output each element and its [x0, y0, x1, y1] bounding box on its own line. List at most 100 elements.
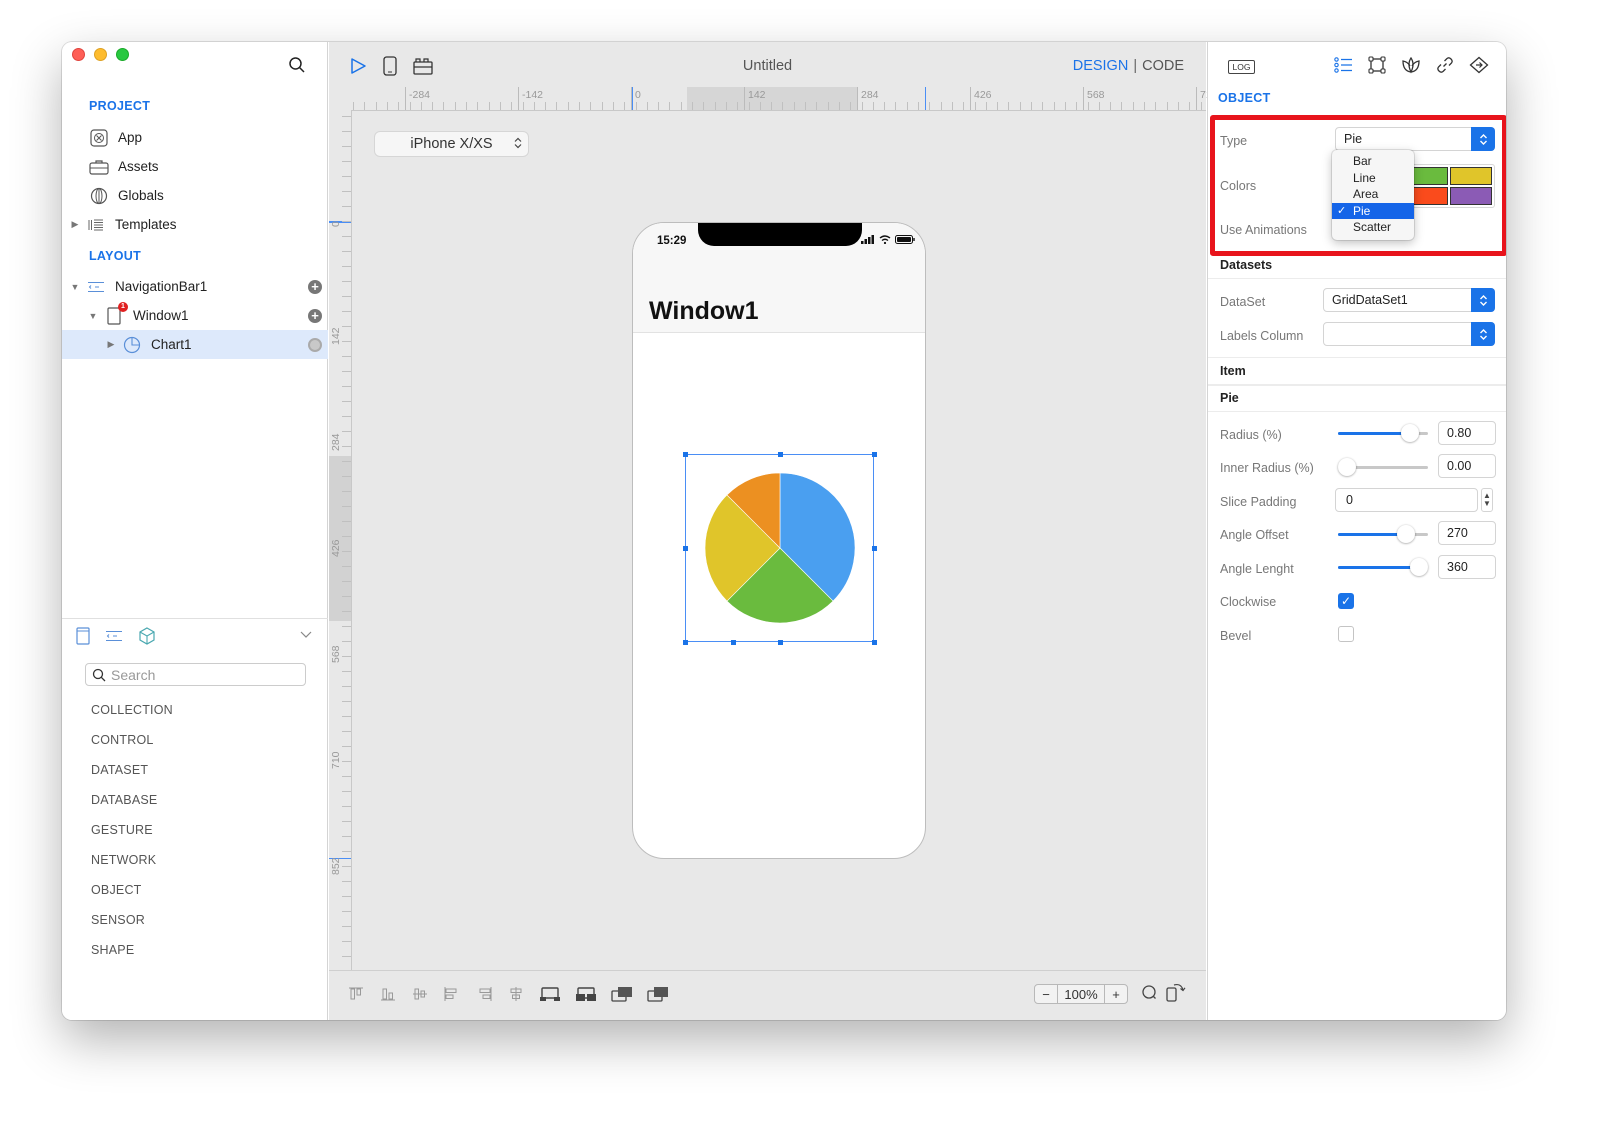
- angle-offset-field[interactable]: 270: [1438, 521, 1496, 545]
- align-top-icon[interactable]: [347, 986, 365, 1002]
- align-bottom-icon[interactable]: [379, 986, 397, 1002]
- dataset-select[interactable]: GridDataSet1: [1323, 288, 1495, 312]
- zoom-window-button[interactable]: [116, 48, 129, 61]
- library-category[interactable]: CONTROL: [91, 733, 154, 747]
- library-category[interactable]: COLLECTION: [91, 703, 173, 717]
- chart-type-select[interactable]: Pie: [1335, 127, 1495, 151]
- library-category[interactable]: GESTURE: [91, 823, 153, 837]
- library-category[interactable]: SENSOR: [91, 913, 145, 927]
- angle-offset-slider[interactable]: [1338, 525, 1428, 543]
- resize-handle[interactable]: [872, 452, 877, 457]
- navigation-bar-preview[interactable]: 15:29 Window1: [633, 223, 925, 333]
- zoom-in-button[interactable]: +: [1105, 985, 1127, 1003]
- clockwise-checkbox[interactable]: ✓: [1338, 593, 1354, 609]
- send-backward-icon[interactable]: [647, 986, 669, 1002]
- item-header[interactable]: Item: [1208, 357, 1506, 383]
- search-icon[interactable]: [288, 56, 306, 74]
- properties-list-icon[interactable]: [1334, 57, 1353, 73]
- bring-to-front-icon[interactable]: [539, 986, 561, 1002]
- resize-handle[interactable]: [778, 452, 783, 457]
- rotate-device-icon[interactable]: [1165, 982, 1187, 1002]
- slider-thumb[interactable]: [1401, 424, 1419, 442]
- sidebar-item-templates[interactable]: ▶ Templates: [62, 210, 328, 239]
- actions-diamond-icon[interactable]: [1469, 56, 1489, 74]
- align-vertical-center-icon[interactable]: [411, 986, 429, 1002]
- dropdown-option-scatter[interactable]: Scatter: [1332, 219, 1414, 236]
- angle-length-slider[interactable]: [1338, 558, 1428, 576]
- item-options-button[interactable]: [308, 337, 322, 352]
- sidebar-item-assets[interactable]: Assets: [62, 152, 328, 181]
- sidebar-item-globals[interactable]: Globals: [62, 181, 328, 210]
- build-blocks-icon[interactable]: [413, 57, 433, 75]
- layout-item-chart1[interactable]: ▶ Chart1: [62, 330, 328, 359]
- dropdown-option-pie[interactable]: ✓ Pie: [1332, 202, 1414, 219]
- slider-thumb[interactable]: [1396, 525, 1415, 543]
- layout-item-navigationbar1[interactable]: ▼ NavigationBar1 +: [62, 272, 328, 301]
- window-library-tab-icon[interactable]: [76, 627, 90, 645]
- library-search-field[interactable]: [85, 663, 306, 686]
- bevel-checkbox[interactable]: [1338, 626, 1354, 642]
- add-child-button[interactable]: +: [308, 308, 322, 323]
- angle-length-field[interactable]: 360: [1438, 555, 1496, 579]
- send-to-back-icon[interactable]: [575, 986, 597, 1002]
- bring-forward-icon[interactable]: [611, 986, 633, 1002]
- radius-field[interactable]: 0.80: [1438, 421, 1496, 445]
- align-horizontal-center-icon[interactable]: [507, 986, 525, 1002]
- collapse-arrow-icon[interactable]: ▼: [70, 282, 80, 292]
- inner-radius-slider[interactable]: [1338, 458, 1428, 476]
- resize-handle[interactable]: [872, 546, 877, 551]
- dropdown-option-bar[interactable]: Bar: [1332, 153, 1414, 170]
- chart1-selection[interactable]: [683, 452, 877, 645]
- slider-thumb[interactable]: [1410, 558, 1428, 576]
- slider-thumb[interactable]: [1338, 458, 1356, 476]
- sidebar-item-app[interactable]: App: [62, 123, 328, 152]
- pie-header[interactable]: Pie: [1208, 384, 1506, 410]
- layout-item-window1[interactable]: ▼ 1 Window1 +: [62, 301, 328, 330]
- collapse-arrow-icon[interactable]: ▼: [88, 311, 98, 321]
- wifi-icon: [879, 235, 891, 244]
- resize-handle[interactable]: [778, 640, 783, 645]
- labels-column-select[interactable]: [1323, 322, 1495, 346]
- library-category[interactable]: OBJECT: [91, 883, 142, 897]
- radius-slider[interactable]: [1338, 424, 1428, 442]
- run-play-icon[interactable]: [349, 57, 367, 75]
- dropdown-option-area[interactable]: Area: [1332, 186, 1414, 203]
- close-window-button[interactable]: [72, 48, 85, 61]
- color-swatch[interactable]: [1450, 187, 1492, 205]
- align-right-icon[interactable]: [475, 986, 493, 1002]
- library-category[interactable]: DATASET: [91, 763, 148, 777]
- design-mode-button[interactable]: DESIGN: [1073, 58, 1129, 74]
- library-category[interactable]: SHAPE: [91, 943, 134, 957]
- color-swatch[interactable]: [1450, 167, 1492, 185]
- chevron-down-icon[interactable]: [300, 628, 312, 642]
- log-button[interactable]: LOG: [1228, 60, 1255, 74]
- align-left-icon[interactable]: [443, 986, 461, 1002]
- library-category[interactable]: DATABASE: [91, 793, 157, 807]
- expand-arrow-icon[interactable]: ▶: [70, 219, 80, 230]
- style-lotus-icon[interactable]: [1401, 56, 1421, 74]
- zoom-level[interactable]: 100%: [1057, 985, 1105, 1003]
- expand-arrow-icon[interactable]: ▶: [106, 339, 116, 350]
- frame-layout-icon[interactable]: [1368, 56, 1386, 74]
- navigation-library-tab-icon[interactable]: [104, 630, 124, 642]
- resize-handle[interactable]: [731, 640, 736, 645]
- dropdown-option-line[interactable]: Line: [1332, 170, 1414, 187]
- library-category[interactable]: NETWORK: [91, 853, 156, 867]
- slice-padding-field[interactable]: 0: [1335, 488, 1478, 512]
- device-selector[interactable]: iPhone X/XS: [375, 132, 528, 156]
- inner-radius-field[interactable]: 0.00: [1438, 454, 1496, 478]
- resize-handle[interactable]: [683, 452, 688, 457]
- code-mode-button[interactable]: CODE: [1142, 58, 1184, 74]
- speech-bubble-icon[interactable]: [1141, 984, 1157, 1000]
- device-preview-icon[interactable]: [383, 56, 397, 76]
- object-library-tab-icon[interactable]: [138, 627, 156, 645]
- zoom-out-button[interactable]: −: [1035, 985, 1057, 1003]
- slice-padding-stepper[interactable]: ▲ ▼: [1481, 488, 1493, 512]
- resize-handle[interactable]: [683, 640, 688, 645]
- resize-handle[interactable]: [872, 640, 877, 645]
- resize-handle[interactable]: [683, 546, 688, 551]
- library-search-input[interactable]: [111, 666, 291, 683]
- link-icon[interactable]: [1436, 56, 1454, 74]
- minimize-window-button[interactable]: [94, 48, 107, 61]
- add-child-button[interactable]: +: [308, 279, 322, 294]
